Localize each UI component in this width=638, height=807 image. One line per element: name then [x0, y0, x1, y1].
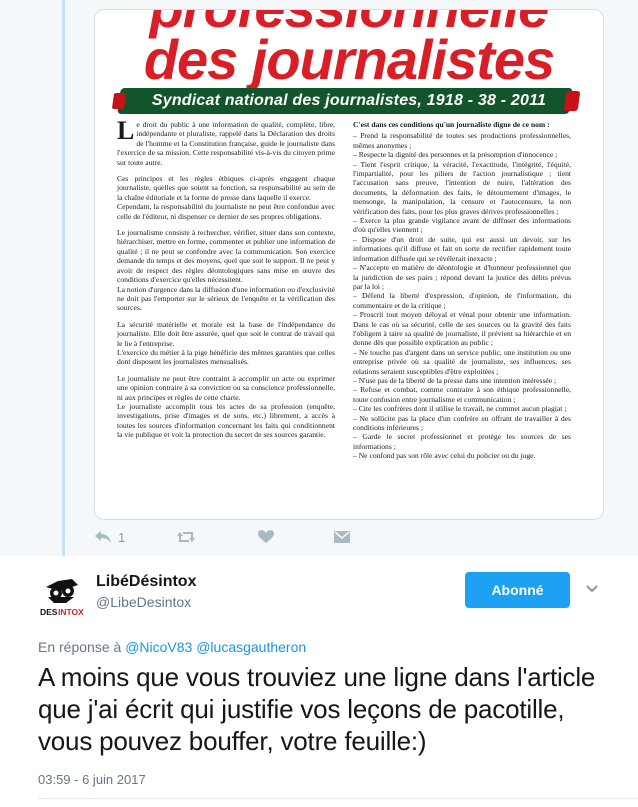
paragraph: Cependant, la responsabilité du journali… [117, 202, 335, 221]
svg-text:INTOX: INTOX [58, 607, 84, 617]
paragraph: Ces principes et les règles éthiques ci-… [117, 174, 335, 202]
paragraph: Le journaliste accomplit tous les actes … [117, 401, 335, 440]
reply-count: 1 [118, 529, 126, 545]
list-item: – Ne touche pas d'argent dans un service… [353, 347, 571, 376]
right-column: C'est dans ces conditions qu'un journali… [353, 120, 571, 461]
author-name[interactable]: LibéDésintox [96, 573, 196, 591]
list-item: – N'use pas de la liberté de la presse d… [353, 375, 557, 385]
svg-text:DES: DES [40, 607, 58, 617]
direct-message-button[interactable] [334, 525, 350, 549]
mention-link[interactable]: @lucasgautheron [196, 639, 306, 655]
retweet-button[interactable] [176, 525, 196, 549]
mention-link[interactable]: @NicoV83 [125, 639, 192, 655]
like-button[interactable] [258, 525, 274, 549]
list-item: – Proscrit tout moyen déloyal et vénal p… [353, 310, 571, 348]
reply-button[interactable]: 1 [94, 525, 125, 549]
list-item: – Refuse et combat, comme contraire à so… [353, 385, 571, 404]
paragraph: La sécurité matérielle et morale est la … [117, 319, 335, 348]
reply-context: En réponse à @NicoV83 @lucasgautheron [38, 639, 306, 655]
follow-button[interactable]: Abonné [465, 572, 570, 608]
list-item: – Défend la liberté d'expression, d'opin… [353, 291, 571, 310]
retweet-icon [177, 532, 195, 542]
quoted-tweet-actions: 1 [94, 525, 454, 549]
doc-title-line2: des journalistes [143, 28, 555, 91]
reply-icon [95, 531, 111, 543]
right-heading: C'est dans ces conditions qu'un journali… [353, 120, 550, 129]
left-column: Le droit du public à une information de … [117, 116, 335, 447]
list-item: – Exerce la plus grande vigilance avant … [353, 216, 571, 235]
banner-text: Syndicat national des journalistes, 1918… [151, 92, 547, 109]
list-item: – Cite les confrères dont il utilise le … [353, 404, 567, 414]
list-item: – Dispose d'un droit de suite, qui est a… [353, 234, 571, 263]
list-item: – Respecte la dignité des personnes et l… [353, 150, 558, 160]
avatar[interactable]: DES INTOX [38, 569, 86, 617]
thread-line [62, 0, 65, 556]
envelope-icon [334, 531, 350, 543]
timestamp[interactable]: 03:59 - 6 juin 2017 [38, 772, 146, 787]
author-handle[interactable]: @LibeDesintox [96, 594, 191, 610]
paragraph: Le droit du public à une information de … [117, 116, 335, 167]
list-item: – N'accepte en matière de déontologie et… [353, 263, 571, 291]
heart-icon [258, 530, 274, 543]
list-item: – Ne confond pas son rôle avec celui du … [353, 451, 536, 461]
reply-prefix: En réponse à [38, 639, 122, 655]
quoted-tweet-area: professionnelle des journalistes Syndica… [0, 0, 638, 556]
list-item: – Prend la responsabilité de toutes ses … [353, 131, 571, 150]
tweet-image[interactable]: professionnelle des journalistes Syndica… [94, 9, 604, 520]
paragraph: La notion d'urgence dans la diffusion d'… [117, 284, 335, 313]
paragraph: Le journalisme consiste à rechercher, vé… [117, 228, 335, 285]
list-item: – Tient l'esprit critique, la véracité, … [353, 159, 571, 216]
more-options-button[interactable] [585, 582, 599, 596]
dropcap: L [117, 116, 135, 145]
divider [38, 798, 638, 799]
spy-logo-icon: DES INTOX [40, 579, 84, 617]
chevron-down-icon [586, 585, 598, 593]
paragraph: Le journaliste ne peut être contraint à … [117, 373, 335, 402]
list-item: – Garde le secret professionnel et protè… [353, 432, 571, 451]
tweet-text: A moins que vous trouviez une ligne dans… [38, 662, 596, 756]
list-item: – Ne sollicite pas la place d'un confrèr… [353, 413, 571, 432]
paragraph: L'exercice du métier à la pige bénéficie… [117, 347, 335, 367]
